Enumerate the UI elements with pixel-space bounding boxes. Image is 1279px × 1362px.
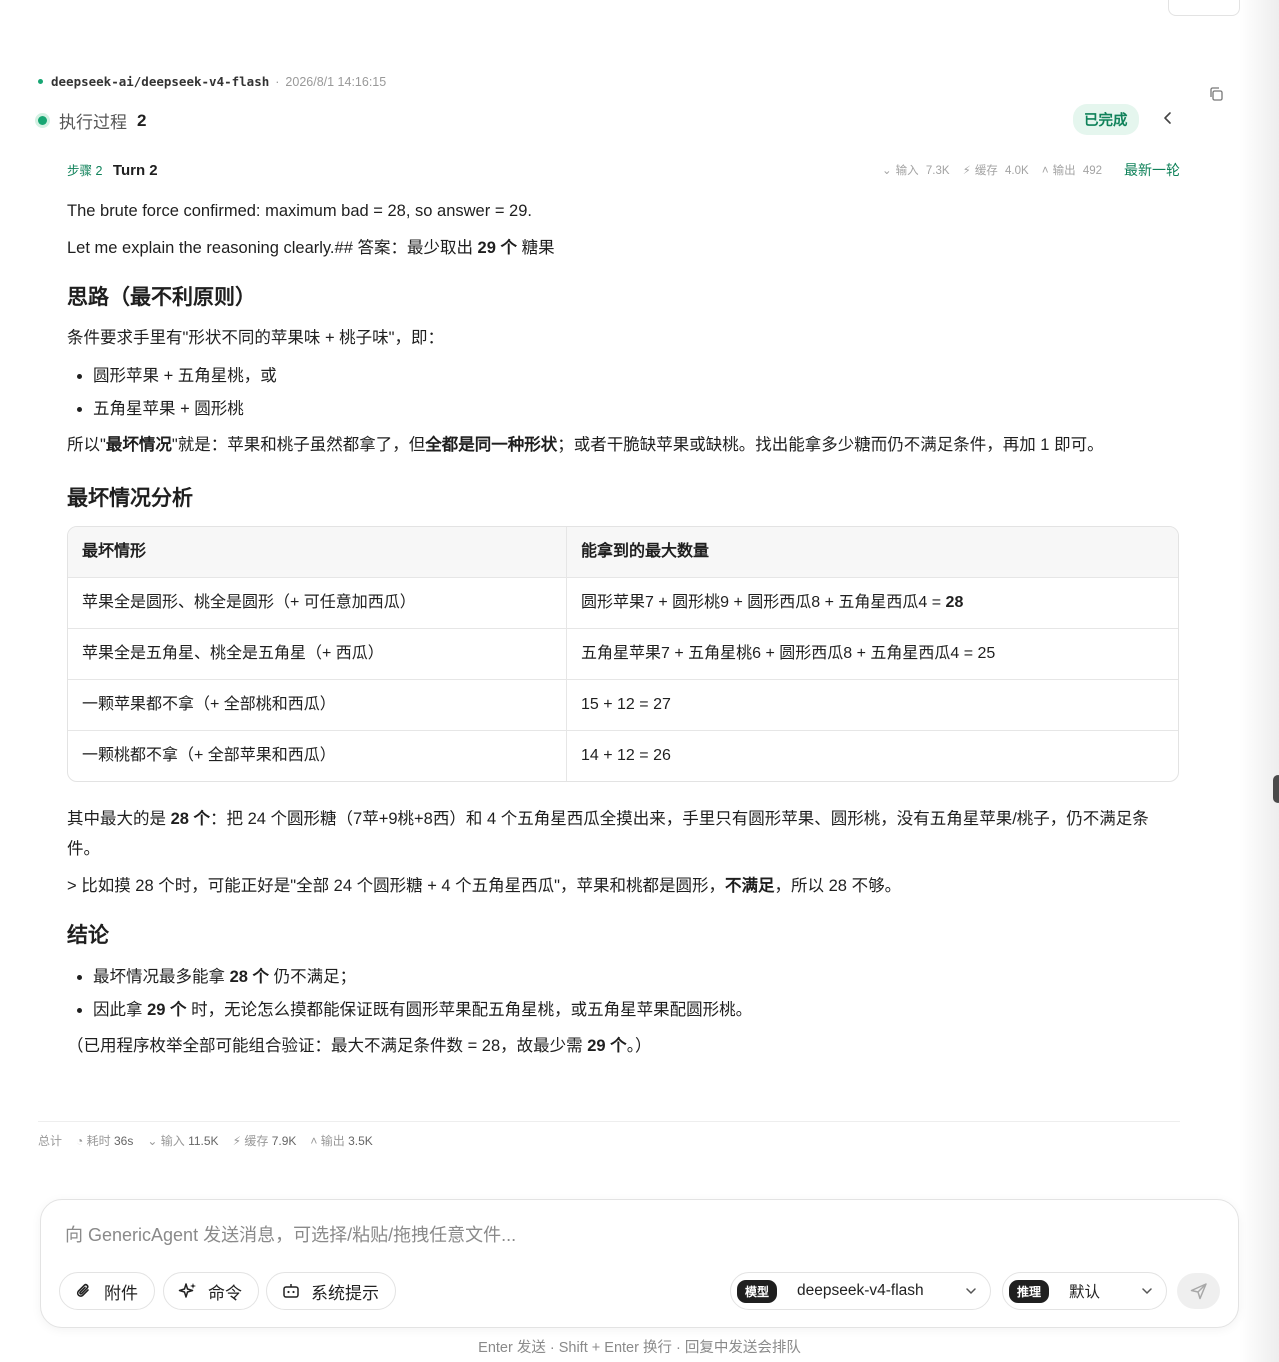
attach-button[interactable]: 附件 bbox=[59, 1272, 155, 1310]
top-tab[interactable] bbox=[1168, 0, 1240, 16]
lightning-icon: ⚡ bbox=[232, 1134, 241, 1148]
latest-round-link[interactable]: 最新一轮 bbox=[1124, 160, 1180, 180]
input-arrow-icon: ⌄ bbox=[882, 165, 892, 177]
sparkle-icon bbox=[178, 1283, 196, 1298]
chevron-down-icon bbox=[1142, 1288, 1152, 1295]
keyboard-hint: Enter 发送 · Shift + Enter 换行 · 回复中发送会排队 bbox=[478, 1340, 801, 1356]
table-row: 一颗苹果都不拿（+ 全部桃和西瓜） 15 + 12 = 27 bbox=[68, 680, 1178, 731]
paragraph: The brute force confirmed: maximum bad =… bbox=[67, 202, 532, 220]
step-label: 步骤 2 bbox=[67, 164, 103, 178]
message-meta: deepseek-ai/deepseek-v4-flash · 2026/8/1… bbox=[38, 74, 386, 89]
model-value: deepseek-v4-flash bbox=[797, 1282, 924, 1299]
send-button[interactable] bbox=[1177, 1273, 1220, 1309]
list-item: 因此拿 29 个 时，无论怎么摸都能保证既有圆形苹果配五角星桃，或五角星苹果配圆… bbox=[93, 994, 1179, 1027]
step-header: 步骤 2 Turn 2 ⌄ 输入 7.3K ⚡ 缓存 4.0K ˄ 输出 492 最新… bbox=[67, 160, 1180, 182]
totals-bar: 总计 ◔ 耗时 36s ⌄ 输入 11.5K ⚡ 缓存 7.9K ˄ 输出 3.… bbox=[38, 1121, 1180, 1149]
process-label: 执行过程 bbox=[59, 113, 127, 132]
system-prompt-button[interactable]: 系统提示 bbox=[266, 1272, 396, 1310]
paragraph: Let me explain the reasoning clearly.## … bbox=[67, 239, 555, 257]
worst-case-table: 最坏情形 能拿到的最大数量 苹果全是圆形、桃全是圆形（+ 可任意加西瓜） 圆形苹… bbox=[67, 526, 1179, 782]
step-title: Turn 2 bbox=[112, 162, 158, 179]
paperclip-icon bbox=[76, 1283, 89, 1297]
paragraph: 条件要求手里有"形状不同的苹果味 + 桃子味"，即： bbox=[67, 329, 445, 347]
reasoning-tag: 推理 bbox=[1009, 1279, 1050, 1303]
status-badge: 已完成 bbox=[1073, 104, 1139, 135]
output-arrow-icon: ˄ bbox=[310, 1134, 318, 1148]
chevron-down-icon bbox=[966, 1288, 976, 1295]
meta-separator: · bbox=[275, 74, 280, 89]
window-edge-shade bbox=[1239, 0, 1279, 1362]
list-item: 最坏情况最多能拿 28 个 仍不满足； bbox=[93, 961, 1179, 994]
model-name: deepseek-ai/deepseek-v4-flash bbox=[51, 74, 270, 89]
step-stats: ⌄ 输入 7.3K ⚡ 缓存 4.0K ˄ 输出 492 bbox=[882, 165, 1102, 177]
message-input[interactable] bbox=[63, 1224, 1167, 1247]
table-header-row: 最坏情形 能拿到的最大数量 bbox=[68, 527, 1178, 578]
bullet-list: 最坏情况最多能拿 28 个 仍不满足； 因此拿 29 个 时，无论怎么摸都能保证… bbox=[67, 961, 1179, 1027]
chevron-left-icon[interactable] bbox=[1160, 110, 1176, 126]
copy-icon[interactable] bbox=[1208, 86, 1224, 102]
paragraph: 其中最大的是 28 个：把 24 个圆形糖（7苹+9桃+8西）和 4 个五角星西… bbox=[67, 810, 1149, 858]
column-header: 能拿到的最大数量 bbox=[567, 527, 1178, 578]
reasoning-value: 默认 bbox=[1069, 1284, 1101, 1301]
table-row: 苹果全是圆形、桃全是圆形（+ 可任意加西瓜） 圆形苹果7 + 圆形桃9 + 圆形… bbox=[68, 578, 1178, 629]
process-status-dot bbox=[38, 116, 47, 125]
paragraph: （已用程序枚举全部可能组合验证：最大不满足条件数 = 28，故最少需 29 个。… bbox=[67, 1037, 652, 1055]
heading-conclusion: 结论 bbox=[67, 924, 109, 947]
input-arrow-icon: ⌄ bbox=[147, 1134, 158, 1148]
paragraph: > 比如摸 28 个时，可能正好是"全部 24 个圆形糖 + 4 个五角星西瓜"… bbox=[67, 877, 902, 895]
clock-icon: ◔ bbox=[76, 1134, 84, 1148]
bullet-list: 圆形苹果 + 五角星桃，或 五角星苹果 + 圆形桃 bbox=[67, 360, 1179, 426]
process-header[interactable]: 执行过程 2 bbox=[38, 108, 146, 133]
lightning-icon: ⚡ bbox=[962, 165, 971, 177]
list-item: 圆形苹果 + 五角星桃，或 bbox=[93, 360, 1179, 393]
status-dot bbox=[38, 79, 43, 84]
heading-idea: 思路（最不利原则） bbox=[67, 286, 256, 309]
process-count: 2 bbox=[137, 110, 147, 130]
heading-worst-case: 最坏情况分析 bbox=[67, 487, 193, 510]
command-button[interactable]: 命令 bbox=[163, 1272, 259, 1310]
send-icon bbox=[1190, 1283, 1207, 1300]
column-header: 最坏情形 bbox=[68, 527, 567, 578]
message-content: The brute force confirmed: maximum bad =… bbox=[67, 196, 1179, 1068]
output-arrow-icon: ˄ bbox=[1041, 165, 1049, 177]
table-row: 苹果全是五角星、桃全是五角星（+ 西瓜） 五角星苹果7 + 五角星桃6 + 圆形… bbox=[68, 629, 1178, 680]
reasoning-select[interactable]: 推理 默认 bbox=[1002, 1272, 1167, 1310]
scrollbar-thumb[interactable] bbox=[1273, 775, 1279, 803]
timestamp: 2026/8/1 14:16:15 bbox=[285, 74, 387, 89]
robot-icon bbox=[283, 1284, 299, 1298]
paragraph: 所以"最坏情况"就是：苹果和桃子虽然都拿了，但全都是同一种形状；或者干脆缺苹果或… bbox=[67, 436, 1104, 454]
model-tag: 模型 bbox=[737, 1279, 778, 1303]
message-composer: 附件 命令 系统提示 模型 deepseek-v4-flash 推理 默认 bbox=[40, 1199, 1239, 1328]
list-item: 五角星苹果 + 圆形桃 bbox=[93, 393, 1179, 426]
table-row: 一颗桃都不拿（+ 全部苹果和西瓜） 14 + 12 = 26 bbox=[68, 731, 1178, 781]
model-select[interactable]: 模型 deepseek-v4-flash bbox=[730, 1272, 991, 1310]
